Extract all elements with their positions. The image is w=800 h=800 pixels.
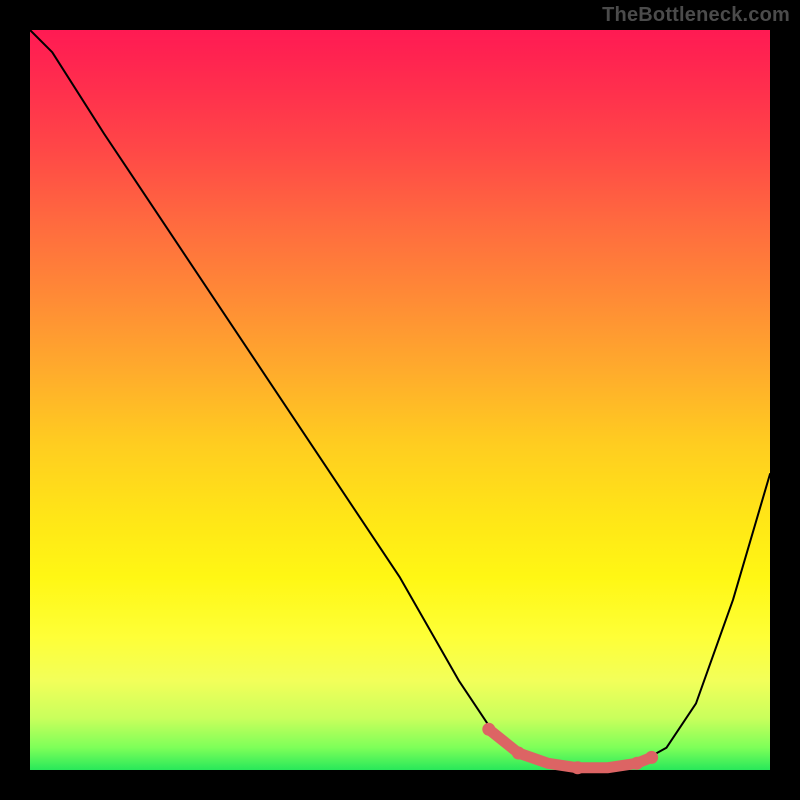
gradient-plot-area [30,30,770,770]
optimal-range-dot [482,723,495,736]
watermark-text: TheBottleneck.com [602,4,790,27]
chart-frame: TheBottleneck.com [0,0,800,800]
curve-layer [30,30,770,770]
optimal-range-dot [630,757,643,770]
optimal-range-segment [489,729,652,768]
optimal-range-dot [645,751,658,764]
bottleneck-curve [30,30,770,769]
optimal-range-dot [571,761,584,774]
optimal-range-dot [512,747,525,760]
